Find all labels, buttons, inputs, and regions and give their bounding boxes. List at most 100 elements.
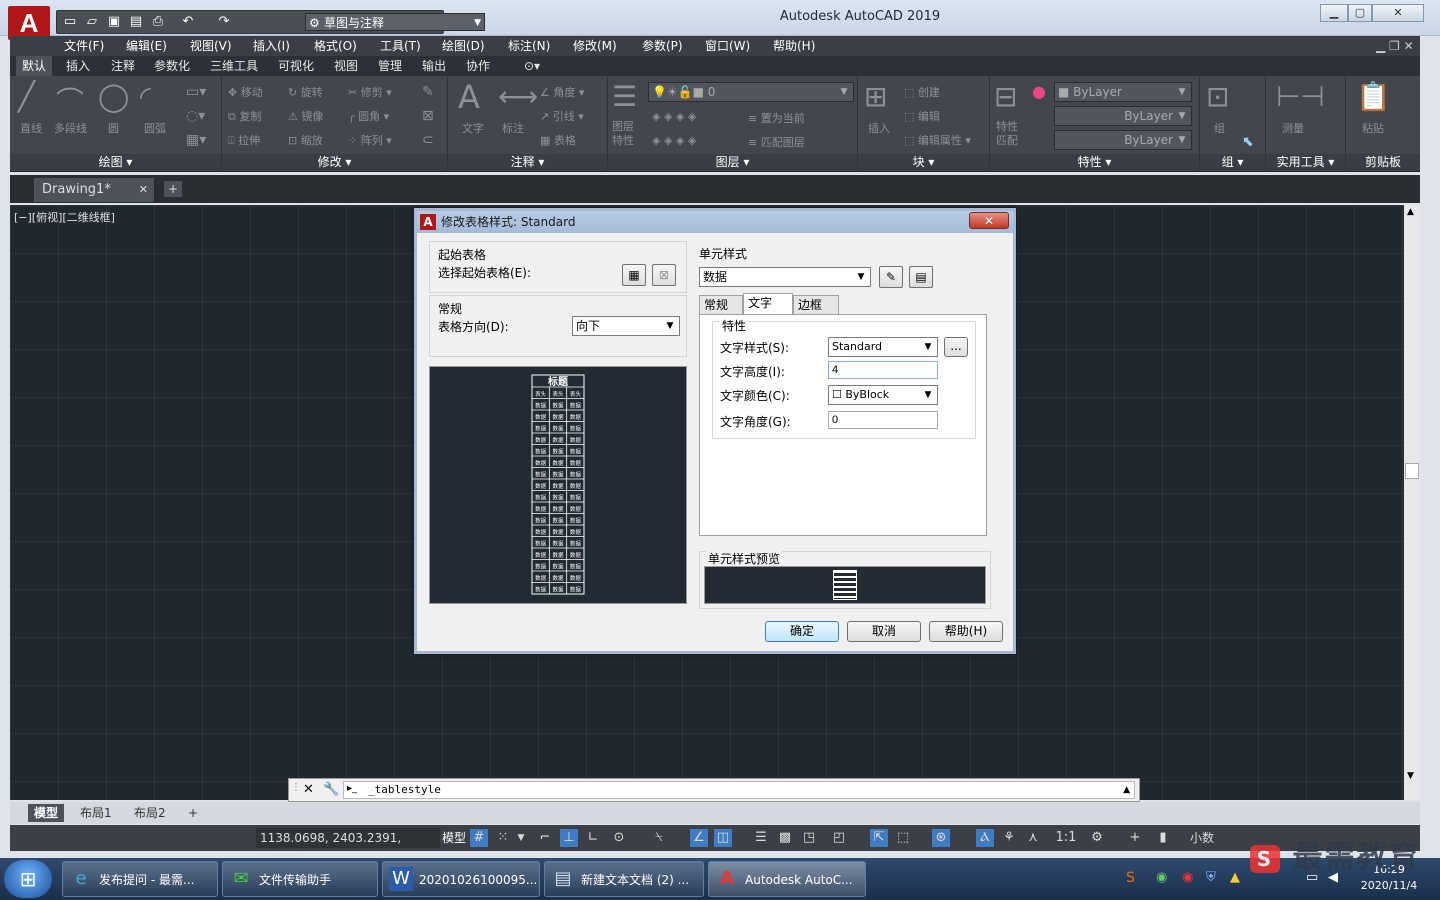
dimension-icon[interactable]: ⟷ bbox=[498, 80, 538, 113]
chevron-down-icon[interactable]: ▼ bbox=[512, 829, 530, 847]
cancel-button[interactable]: 取消 bbox=[847, 621, 921, 642]
help-button[interactable]: 帮助(H) bbox=[929, 621, 1003, 642]
selection-cycling-icon[interactable]: ◳ bbox=[800, 829, 818, 847]
menu-tools[interactable]: 工具(T) bbox=[380, 36, 421, 56]
panel-modify-label[interactable]: 修改 ▾ bbox=[222, 154, 447, 170]
offset-icon[interactable]: ⊂ bbox=[422, 132, 434, 148]
polar-icon[interactable]: ⊙ bbox=[610, 829, 628, 847]
leader-tool[interactable]: ↗ 引线 ▾ bbox=[540, 108, 584, 124]
edit-block-tool[interactable]: ⬚ 编辑 bbox=[904, 108, 940, 124]
manage-cell-style-button[interactable]: ▤ bbox=[909, 266, 933, 288]
dialog-close-button[interactable]: ✕ bbox=[969, 212, 1009, 229]
remove-table-button[interactable]: ⊠ bbox=[652, 264, 676, 286]
layer-combo[interactable]: 💡☀🔓■ 0 ▼ bbox=[648, 82, 854, 102]
scroll-down-icon[interactable]: ▼ bbox=[1407, 771, 1414, 781]
rotate-tool[interactable]: ↻ 旋转 bbox=[288, 84, 323, 100]
trim-tool[interactable]: ✂ 修剪 ▾ bbox=[348, 84, 392, 100]
tab-view[interactable]: 视图 bbox=[328, 56, 364, 76]
circle-icon[interactable]: ◯ bbox=[98, 80, 129, 113]
new-cell-style-button[interactable]: ✎ bbox=[879, 266, 903, 288]
create-block-tool[interactable]: ⬚ 创建 bbox=[904, 84, 940, 100]
panel-block-label[interactable]: 块 ▾ bbox=[858, 154, 989, 170]
move-tool[interactable]: ✥ 移动 bbox=[228, 84, 263, 100]
snap-icon[interactable]: ⁙ bbox=[494, 829, 512, 847]
panel-clipboard-label[interactable]: 剪贴板 bbox=[1346, 154, 1420, 170]
menu-help[interactable]: 帮助(H) bbox=[773, 36, 815, 56]
menu-view[interactable]: 视图(V) bbox=[190, 36, 232, 56]
fillet-tool[interactable]: ╭ 圆角 ▾ bbox=[348, 108, 389, 124]
grip-icon[interactable]: ⋮ bbox=[291, 782, 301, 798]
linetype-combo[interactable]: ByLayer ▼ bbox=[1054, 106, 1192, 126]
scale-readout[interactable]: 1:1 bbox=[1048, 829, 1084, 847]
angle-tool[interactable]: ∠ 角度 ▾ bbox=[540, 84, 584, 100]
add-layout-plus-icon[interactable]: + bbox=[182, 804, 204, 822]
menu-modify[interactable]: 修改(M) bbox=[573, 36, 617, 56]
scroll-up-icon[interactable]: ▲ bbox=[1407, 207, 1414, 217]
stretch-tool[interactable]: ⍗ 拉伸 bbox=[228, 132, 260, 148]
edit-attr-tool[interactable]: ⬚ 编辑属性 ▾ bbox=[904, 132, 971, 148]
print-icon[interactable]: ⎙ bbox=[149, 14, 167, 30]
tab-manage[interactable]: 管理 bbox=[372, 56, 408, 76]
minimize-button[interactable]: ▁ bbox=[1320, 4, 1348, 22]
transparency-icon[interactable]: ▩ bbox=[776, 829, 794, 847]
set-current-tool[interactable]: ≡ 置为当前 bbox=[748, 110, 805, 126]
save-as-icon[interactable]: ▤ bbox=[127, 14, 145, 30]
open-file-icon[interactable]: ▱ bbox=[83, 14, 101, 30]
tab-model[interactable]: 模型 bbox=[28, 804, 65, 822]
tab-layout1[interactable]: 布局1 bbox=[74, 804, 118, 822]
close-icon[interactable]: ✕ bbox=[303, 782, 314, 797]
new-tab-plus-icon[interactable]: + bbox=[164, 181, 182, 197]
insert-block-icon[interactable]: ⊞ bbox=[864, 80, 887, 113]
menu-format[interactable]: 格式(O) bbox=[314, 36, 357, 56]
match-props-icon[interactable]: ⊟ bbox=[994, 80, 1017, 113]
panel-group-label[interactable]: 组 ▾ bbox=[1200, 154, 1265, 170]
tab-annotate[interactable]: 注释 bbox=[105, 56, 141, 76]
autocad-logo-icon[interactable]: A bbox=[8, 6, 50, 40]
menu-window[interactable]: 窗口(W) bbox=[705, 36, 750, 56]
annotation-monitor-icon[interactable]: ⊛ bbox=[932, 829, 950, 847]
layer-props-icon[interactable]: ☰ bbox=[612, 80, 637, 113]
measure-icon[interactable]: ⊢⊣ bbox=[1276, 80, 1325, 113]
grid-icon[interactable]: # bbox=[470, 829, 488, 847]
menu-file[interactable]: 文件(F) bbox=[64, 36, 104, 56]
copy-tool[interactable]: ⧉ 复制 bbox=[228, 108, 261, 124]
color-combo[interactable]: ■ ByLayer ▼ bbox=[1054, 82, 1192, 102]
taskbar-item-notepad[interactable]: ▤ 新建文本文档 (2) ... bbox=[544, 861, 704, 897]
object-snap-icon[interactable]: ◫ bbox=[714, 829, 732, 847]
annotation-visibility-icon[interactable]: ⇱ bbox=[870, 829, 888, 847]
model-space-button[interactable]: 模型 bbox=[440, 829, 468, 847]
taskbar-item-autocad[interactable]: A Autodesk AutoC... bbox=[708, 861, 866, 897]
workspace-switch-icon[interactable]: ⬚ bbox=[894, 829, 912, 847]
object-snap-tracking-icon[interactable]: ∠ bbox=[690, 829, 708, 847]
scroll-thumb[interactable] bbox=[1405, 463, 1419, 479]
select-table-button[interactable]: ▦ bbox=[622, 264, 646, 286]
array-tool[interactable]: ⁘ 阵列 ▾ bbox=[348, 132, 392, 148]
tab-general[interactable]: 常规 bbox=[699, 295, 743, 315]
ortho-icon[interactable]: ∟ bbox=[584, 829, 602, 847]
text-angle-input[interactable] bbox=[828, 411, 938, 429]
maximize-button[interactable]: ▢ bbox=[1348, 4, 1372, 22]
3d-osnap-icon[interactable]: ◰ bbox=[830, 829, 848, 847]
tab-default[interactable]: 默认 bbox=[16, 56, 53, 76]
taskbar-item-wechat[interactable]: ✉ 文件传输助手 bbox=[222, 861, 378, 897]
panel-utilities-label[interactable]: 实用工具 ▾ bbox=[1266, 154, 1345, 170]
menu-dimension[interactable]: 标注(N) bbox=[508, 36, 550, 56]
explode-icon[interactable]: ⊠ bbox=[422, 108, 434, 124]
annotation-icon[interactable]: ⋏ bbox=[1024, 829, 1042, 847]
direction-select[interactable]: 向下 ▼ bbox=[572, 316, 680, 336]
cell-style-select[interactable]: 数据 ▼ bbox=[699, 267, 871, 287]
menu-edit[interactable]: 编辑(E) bbox=[126, 36, 167, 56]
table-tool[interactable]: ▦ 表格 bbox=[540, 132, 576, 148]
coordinates-readout[interactable]: 1138.0698, 2403.2391, 0.0000 bbox=[256, 828, 440, 865]
ok-button[interactable]: 确定 bbox=[765, 621, 839, 642]
mirror-tool[interactable]: ⚠ 镜像 bbox=[288, 108, 323, 124]
antivirus-tray-icon[interactable]: ◉ bbox=[1182, 870, 1193, 885]
polyline-icon[interactable]: ⌒ bbox=[56, 80, 84, 120]
wrench-icon[interactable]: 🔧 bbox=[323, 782, 339, 797]
panel-properties-label[interactable]: 特性 ▾ bbox=[990, 154, 1199, 170]
doc-tab-drawing1[interactable]: Drawing1* ✕ bbox=[34, 178, 154, 202]
text-style-more-button[interactable]: ... bbox=[944, 337, 968, 357]
network-tray-icon[interactable]: ▲ bbox=[1230, 870, 1240, 885]
undo-icon[interactable]: ↶ bbox=[179, 14, 197, 30]
infer-icon[interactable]: ⌐ bbox=[536, 829, 554, 847]
